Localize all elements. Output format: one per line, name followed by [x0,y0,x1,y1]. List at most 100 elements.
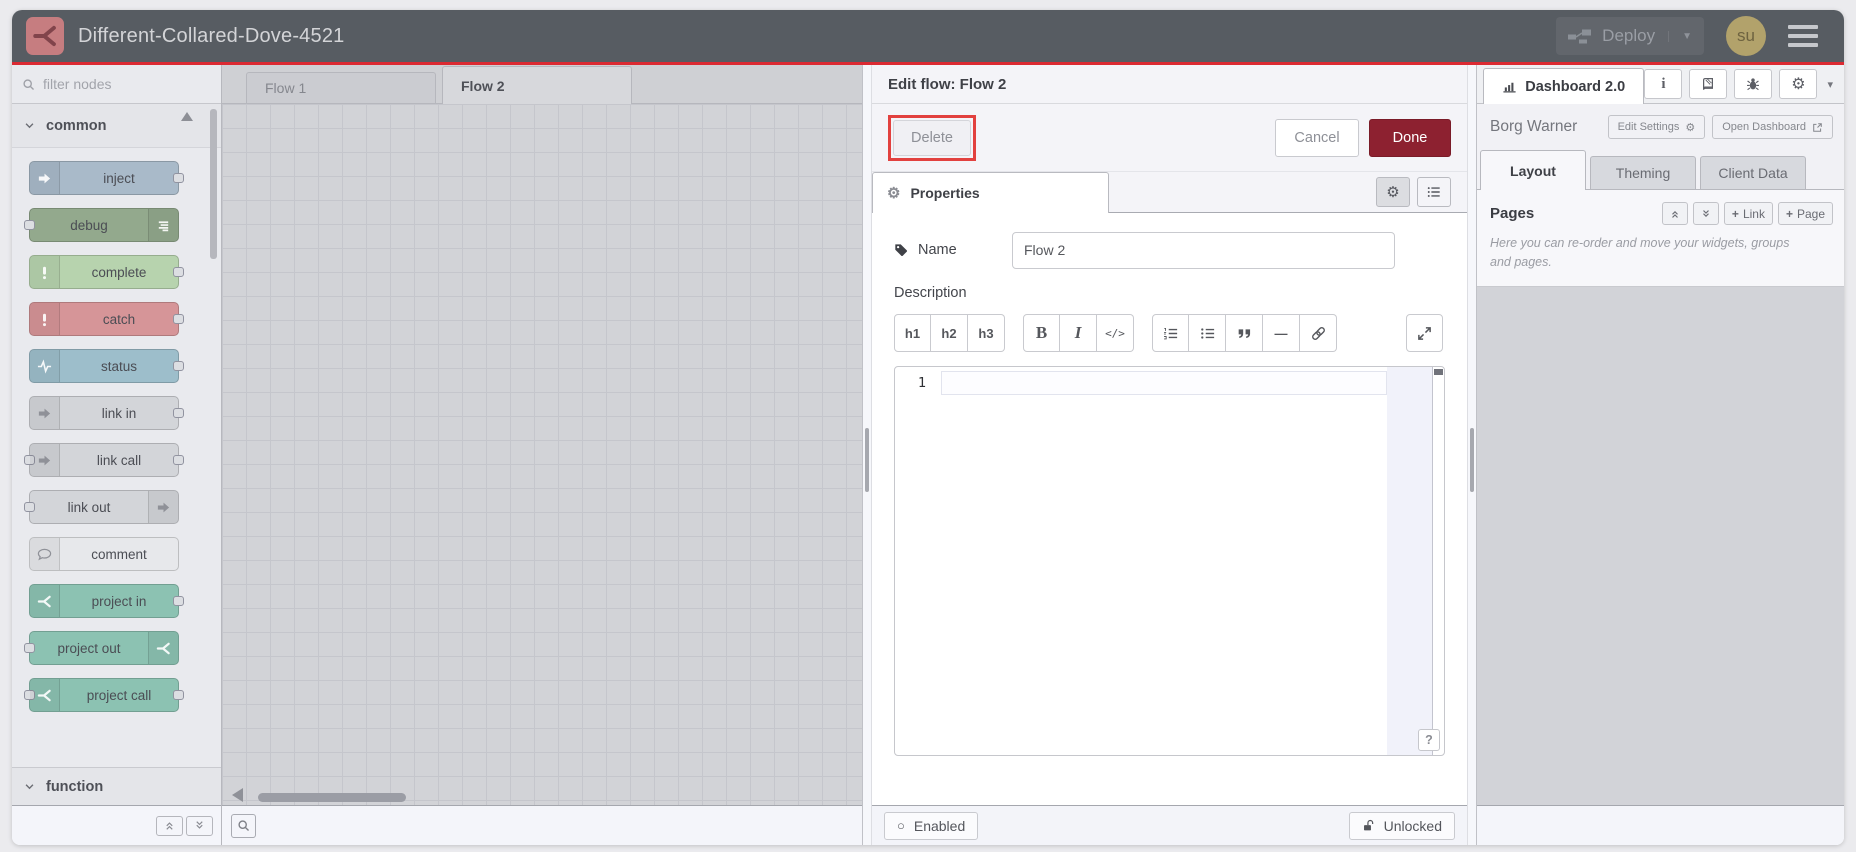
heading3-button[interactable]: h3 [968,314,1005,352]
palette-category-function[interactable]: function [12,767,221,805]
node-palette: common inject debug complete [12,65,222,845]
deploy-options-caret-icon[interactable]: ▼ [1668,30,1692,42]
palette-category-common[interactable]: common [12,104,221,148]
flow-enabled-toggle[interactable]: ○ Enabled [884,811,979,840]
editor-scrollbar-thumb[interactable] [1434,369,1443,375]
insert-link-button[interactable] [1300,314,1337,352]
tray-title: Edit flow: Flow 2 [872,65,1467,104]
flow-locked-toggle[interactable]: Unlocked [1348,811,1455,840]
sidebar-menu-caret-icon[interactable]: ▾ [1827,78,1833,91]
palette-scroll-up-icon[interactable] [181,112,193,121]
chevron-down-icon [24,781,35,792]
link-arrow-icon [30,397,60,429]
right-sidebar: Dashboard 2.0 i ⚙ ▾ Borg Warner Edit Set… [1477,65,1844,845]
navigator-toggle-button[interactable] [231,813,256,838]
palette-node-complete[interactable]: complete [29,255,184,289]
config-tab-button[interactable]: ⚙ [1779,69,1818,99]
palette-footer [12,805,221,845]
tab-layout[interactable]: Layout [1480,150,1586,190]
search-input[interactable] [43,76,193,92]
palette-node-project-in[interactable]: project in [29,584,184,618]
palette-node-link-in[interactable]: link in [29,396,184,430]
collapse-all-button[interactable] [156,815,183,836]
flow-tabbar: Flow 1 Flow 2 [222,65,862,104]
chain-link-icon [1311,326,1326,341]
palette-scrollbar-thumb[interactable] [210,109,217,259]
hr-icon: — [1274,325,1288,341]
project-fork-icon [30,679,60,711]
edit-settings-button[interactable]: Edit Settings ⚙ [1607,115,1706,139]
category-label: common [46,117,107,134]
sidebar-tabbar: Dashboard 2.0 i ⚙ ▾ [1477,65,1844,104]
palette-node-debug[interactable]: debug [24,208,179,242]
expand-editor-button[interactable] [1406,314,1443,352]
add-link-button[interactable]: + Link [1723,202,1773,225]
external-link-icon [1812,122,1823,133]
open-dashboard-button[interactable]: Open Dashboard [1712,115,1833,139]
exclamation-icon [30,303,60,335]
gear-icon: ⚙ [887,185,901,202]
edit-description-button[interactable] [1417,177,1451,207]
user-avatar[interactable]: su [1726,16,1766,56]
editor-active-line[interactable]: 1 [895,371,1387,395]
input-port [24,502,35,512]
sidebar-tab-icons: i ⚙ ▾ [1644,69,1833,99]
move-down-button[interactable] [1692,202,1719,225]
palette-search[interactable] [12,65,221,104]
expand-all-button[interactable] [186,815,213,836]
canvas-h-scrollbar-thumb[interactable] [258,793,406,802]
delete-button[interactable]: Delete [893,119,971,156]
heading1-button[interactable]: h1 [894,314,931,352]
edit-properties-button[interactable]: ⚙ [1376,177,1410,207]
heading2-button[interactable]: h2 [931,314,968,352]
resize-grip-thumb[interactable] [865,428,869,492]
double-chevron-down-icon [1701,209,1711,219]
debug-tab-button[interactable] [1734,69,1773,99]
palette-node-status[interactable]: status [29,349,184,383]
palette-node-project-out[interactable]: project out [24,631,179,665]
palette-node-link-out[interactable]: link out [24,490,179,524]
code-button[interactable]: </> [1097,314,1134,352]
deploy-button[interactable]: Deploy ▼ [1556,17,1704,55]
unordered-list-button[interactable] [1189,314,1226,352]
palette-node-catch[interactable]: catch [29,302,184,336]
tray-body: Name Description h1 h2 h3 [872,213,1467,805]
help-tab-button[interactable] [1689,69,1728,99]
palette-node-inject[interactable]: inject [29,161,184,195]
add-page-button[interactable]: + Page [1777,202,1833,225]
editor-cursor-line[interactable] [941,371,1387,395]
resize-grip-thumb[interactable] [1470,428,1474,492]
editor-help-button[interactable]: ? [1418,729,1440,751]
tray-right-resize-handle[interactable] [1467,65,1477,845]
gear-icon: ⚙ [1791,76,1806,93]
editor-scroll-track[interactable] [1387,367,1432,755]
ordered-list-button[interactable] [1152,314,1189,352]
unordered-list-icon [1200,326,1215,341]
tab-theming[interactable]: Theming [1590,156,1696,189]
horizontal-rule-button[interactable]: — [1263,314,1300,352]
input-port [24,643,35,653]
tab-flow-1[interactable]: Flow 1 [246,72,436,103]
tray-left-resize-handle[interactable] [862,65,872,845]
main-menu-button[interactable] [1788,25,1818,47]
palette-node-comment[interactable]: comment [29,537,179,571]
blockquote-button[interactable] [1226,314,1263,352]
italic-button[interactable]: I [1060,314,1097,352]
plus-icon: + [1785,206,1793,221]
double-chevron-up-icon [164,820,175,831]
cancel-button[interactable]: Cancel [1275,118,1359,157]
tab-dashboard-2[interactable]: Dashboard 2.0 [1483,68,1645,104]
move-up-button[interactable] [1661,202,1688,225]
done-button[interactable]: Done [1369,118,1451,157]
palette-node-project-call[interactable]: project call [24,678,184,712]
bold-button[interactable]: B [1023,314,1060,352]
palette-node-link-call[interactable]: link call [24,443,184,477]
flow-canvas[interactable] [222,104,862,805]
comment-bubble-icon [30,538,60,570]
info-tab-button[interactable]: i [1644,69,1683,99]
flow-name-input[interactable] [1012,231,1395,269]
description-editor[interactable]: 1 ? [894,366,1445,756]
tab-properties[interactable]: ⚙ Properties [872,172,1109,213]
tab-flow-2[interactable]: Flow 2 [442,66,632,104]
tab-client-data[interactable]: Client Data [1700,156,1806,189]
